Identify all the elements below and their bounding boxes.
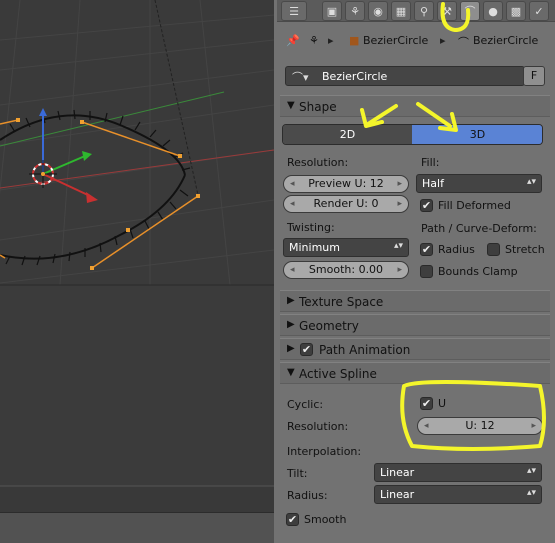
dropdown-arrows-icon: ▴▾ — [526, 488, 536, 498]
timeline-strip[interactable] — [0, 512, 274, 543]
smooth-checkbox[interactable] — [286, 513, 299, 526]
scene-icon[interactable]: ⚘ — [345, 1, 365, 21]
fill-label: Fill: — [421, 156, 440, 169]
datablock-row: ⌒▾ BezierCircle F — [280, 66, 552, 87]
resolution-u-field[interactable]: ◂ U: 12 ▸ — [417, 417, 543, 435]
fill-select[interactable]: Half ▴▾ — [416, 174, 542, 193]
datablock-name-field[interactable]: ⌒▾ BezierCircle — [285, 66, 525, 86]
breadcrumb-object[interactable]: BezierCircle — [363, 34, 428, 47]
expanded-triangle-icon: ▼ — [287, 100, 295, 111]
dimension-toggle: 2D 3D — [282, 124, 543, 145]
preview-u-field[interactable]: ◂ Preview U: 12 ▸ — [283, 175, 409, 193]
collapsed-triangle-icon: ▶ — [287, 295, 295, 306]
fill-deformed-checkbox[interactable] — [420, 199, 433, 212]
physics-icon[interactable]: ✓ — [529, 1, 549, 21]
fill-deformed-label: Fill Deformed — [438, 199, 511, 212]
collapsed-triangle-icon: ▶ — [287, 343, 295, 354]
twisting-label: Twisting: — [287, 221, 335, 234]
radius-interpolation-select[interactable]: Linear ▴▾ — [374, 485, 542, 504]
radius-checkbox[interactable] — [420, 243, 433, 256]
dropdown-arrows-icon: ▴▾ — [526, 177, 536, 187]
mode-3d-button[interactable]: 3D — [412, 125, 542, 144]
modifiers-icon[interactable]: ⚒ — [437, 1, 457, 21]
curve-icon: ⌒ — [458, 36, 469, 49]
tilt-label: Tilt: — [287, 467, 308, 480]
smooth-label: Smooth — [304, 513, 347, 526]
interpolation-label: Interpolation: — [287, 445, 362, 458]
smooth-field[interactable]: ◂ Smooth: 0.00 ▸ — [283, 261, 409, 279]
path-deform-label: Path / Curve-Deform: — [421, 222, 537, 235]
radius-interp-label: Radius: — [287, 489, 328, 502]
render-icon[interactable]: ▣ — [322, 1, 342, 21]
texture-icon[interactable]: ▩ — [506, 1, 526, 21]
panel-header-texture-space[interactable]: ▶ Texture Space — [280, 290, 550, 312]
context-tabs: ☰ ▣ ⚘ ◉ ▦ ⚲ ⚒ ⌒ ● ▩ ✓ — [277, 0, 555, 22]
material-icon[interactable]: ● — [483, 1, 503, 21]
breadcrumb-data[interactable]: BezierCircle — [473, 34, 538, 47]
breadcrumb: 📌 ⚘ ▸ ■ BezierCircle ▸ ⌒ BezierCircle — [286, 34, 539, 49]
scene-data-icon: ⚘ — [309, 34, 319, 47]
resolution-label: Resolution: — [287, 156, 349, 169]
curve-browse-icon[interactable]: ⌒▾ — [292, 69, 309, 85]
render-u-field[interactable]: ◂ Render U: 0 ▸ — [283, 195, 409, 213]
dropdown-arrows-icon: ▴▾ — [526, 466, 536, 476]
panel-header-active-spline[interactable]: ▼ Active Spline — [280, 362, 550, 384]
stretch-label: Stretch — [505, 243, 545, 256]
cyclic-u-label: U — [438, 397, 447, 410]
dropdown-arrows-icon: ▴▾ — [393, 241, 403, 251]
panel-header-path-animation[interactable]: ▶ Path Animation — [280, 338, 550, 360]
object-icon: ■ — [349, 34, 360, 47]
twisting-select[interactable]: Minimum ▴▾ — [283, 238, 409, 257]
world-icon[interactable]: ◉ — [368, 1, 388, 21]
tilt-interpolation-select[interactable]: Linear ▴▾ — [374, 463, 542, 482]
spline-resolution-label: Resolution: — [287, 420, 349, 433]
bounds-clamp-checkbox[interactable] — [420, 265, 433, 278]
stretch-checkbox[interactable] — [487, 243, 500, 256]
mode-2d-button[interactable]: 2D — [283, 125, 412, 144]
constraints-icon[interactable]: ⚲ — [414, 1, 434, 21]
cyclic-label: Cyclic: — [287, 398, 324, 411]
pin-icon[interactable]: 📌 — [286, 34, 300, 47]
viewport-canvas[interactable] — [0, 0, 274, 543]
expanded-triangle-icon: ▼ — [287, 367, 295, 378]
panel-header-shape[interactable]: ▼ Shape — [280, 95, 550, 117]
object-icon[interactable]: ▦ — [391, 1, 411, 21]
bounds-clamp-label: Bounds Clamp — [438, 265, 518, 278]
path-animation-checkbox[interactable] — [300, 343, 313, 356]
cyclic-u-checkbox[interactable] — [420, 397, 433, 410]
collapsed-triangle-icon: ▶ — [287, 319, 295, 330]
radius-label: Radius — [438, 243, 475, 256]
curve-data-icon[interactable]: ⌒ — [460, 1, 480, 21]
editor-type-icon[interactable]: ☰ — [281, 1, 307, 21]
3d-viewport[interactable] — [0, 0, 274, 543]
panel-header-geometry[interactable]: ▶ Geometry — [280, 314, 550, 336]
fake-user-button[interactable]: F — [523, 66, 545, 86]
